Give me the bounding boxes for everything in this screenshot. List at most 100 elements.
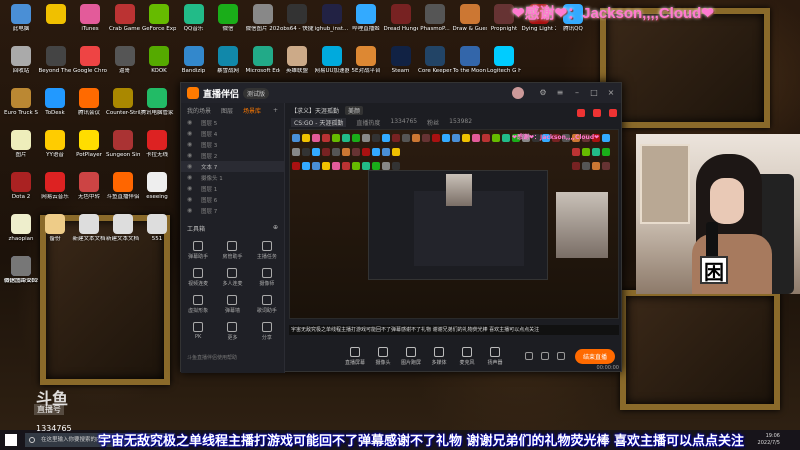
tool-cameraman[interactable]: 摄像师 [250, 268, 284, 287]
desktop-icon[interactable]: ToDesk [38, 88, 72, 117]
desktop-icon[interactable]: Logitech G HUB [487, 46, 521, 75]
desktop-icon[interactable]: Core Keeper... [418, 46, 452, 75]
tool-danmu-helper[interactable]: 弹幕助手 [181, 241, 215, 260]
eye-icon[interactable]: ◉ [187, 152, 192, 159]
desktop-icon[interactable]: QQ音乐 [177, 4, 211, 33]
desktop-icon[interactable]: 网易UU加速器 [315, 46, 349, 75]
desktop-icon[interactable]: Draw & Guess [453, 4, 487, 33]
desktop-icon[interactable]: 英雄联盟 [280, 46, 314, 75]
tool-multi-link[interactable]: 多人连麦 [215, 268, 249, 287]
eye-icon[interactable]: ◉ [187, 207, 192, 214]
notification-icon[interactable] [593, 109, 601, 117]
eye-icon[interactable]: ◉ [187, 119, 192, 126]
desktop-icon[interactable]: Counter-Strike Global Off... [106, 88, 140, 117]
desktop-icon[interactable]: 微信 [211, 4, 245, 33]
image-button[interactable]: 图片跑屏 [397, 346, 425, 366]
tab-layers[interactable]: 图层 [221, 106, 233, 115]
desktop-icon[interactable]: Dread Hunger [384, 4, 418, 33]
eye-icon[interactable]: ◉ [187, 163, 192, 170]
tool-streamer-tasks[interactable]: 主播任务 [250, 241, 284, 260]
desktop-icon[interactable]: ighub_inst... [315, 4, 349, 33]
screen-capture-button[interactable]: 直播屏幕 [341, 346, 369, 366]
app-version-badge[interactable]: 测试版 [243, 87, 270, 99]
layer-item[interactable]: ◉ 图层 4 [181, 128, 284, 139]
maximize-icon[interactable]: □ [590, 89, 598, 97]
layer-item[interactable]: ◉ 摄像头 1 [181, 172, 284, 183]
desktop-icon[interactable]: 图片 [4, 130, 38, 159]
windows-start-icon[interactable] [5, 434, 17, 446]
desktop-icon[interactable]: Euro Truck Simulator 2 [4, 88, 38, 117]
desktop-icon[interactable] [39, 4, 73, 26]
desktop-icon[interactable]: Google Chrome [73, 46, 107, 75]
desktop-icon[interactable]: 551 [140, 214, 174, 243]
tool-danmu-wall[interactable]: 弹幕墙 [215, 295, 249, 314]
close-icon[interactable]: × [607, 89, 615, 97]
desktop-icon[interactable]: 斗鱼直播伴侣 [106, 172, 140, 201]
desktop-icon[interactable]: 哔哩直播姬 [349, 4, 383, 33]
tool-share[interactable]: 分享 [250, 322, 284, 341]
desktop-icon[interactable]: 5E对战平台 [349, 46, 383, 75]
layer-item[interactable]: ◉ 图层 3 [181, 139, 284, 150]
help-link[interactable]: 斗鱼直播伴侣使用帮助 [187, 354, 237, 361]
desktop-icon[interactable]: To the Moon [453, 46, 487, 75]
desktop-icon[interactable]: 腾讯会议 [72, 88, 106, 117]
room-title[interactable]: 【求义】天涯孤勤 [291, 106, 339, 115]
desktop-icon[interactable]: Sungeon Simulator 2 [106, 130, 140, 159]
desktop-icon[interactable]: YY语音 [38, 130, 72, 159]
media-button[interactable]: 多媒体 [425, 346, 453, 366]
layer-item[interactable]: ◉ 文本 7 [181, 161, 284, 172]
eye-icon[interactable]: ◉ [187, 196, 192, 203]
desktop-icon[interactable]: zhaopian [4, 214, 38, 243]
desktop-icon[interactable]: 卡拉无线 [140, 130, 174, 159]
settings-icon[interactable]: ⚙ [539, 89, 547, 97]
desktop-icon[interactable]: 此电脑 [4, 4, 38, 33]
desktop-icon[interactable]: Bandizip [177, 46, 211, 75]
desktop-icon[interactable]: Dota 2 [4, 172, 38, 201]
camera-button[interactable]: 摄像头 [369, 346, 397, 366]
desktop-icon[interactable]: 无色中转 [72, 172, 106, 201]
end-live-button[interactable]: 结束直播 [575, 348, 616, 364]
desktop-icon[interactable]: 腾讯电脑管家 [140, 88, 174, 117]
beauty-tag[interactable]: 美颜 [345, 106, 364, 115]
layer-item[interactable]: ◉ 图层 5 [181, 117, 284, 128]
desktop-icon[interactable]: Microsoft Edge [246, 46, 280, 75]
desktop-icon[interactable]: eseeing [140, 172, 174, 201]
desktop-icon[interactable]: 微信图片 2021111... [246, 4, 280, 33]
gift-icon[interactable] [577, 109, 585, 117]
tool-video-link[interactable]: 视频连麦 [181, 268, 215, 287]
desktop-icon[interactable]: 新建文本文档 (2) [106, 214, 140, 243]
tab-scene-library[interactable]: 场景库 [243, 106, 261, 115]
tool-pk[interactable]: PK [181, 322, 215, 341]
app-titlebar[interactable]: 直播伴侣 测试版 ⚙ ≡ – □ × [181, 83, 621, 103]
tool-lyrics[interactable]: 歌词助手 [250, 295, 284, 314]
layer-item[interactable]: ◉ 图层 7 [181, 205, 284, 216]
tool-more[interactable]: 更多 [215, 322, 249, 341]
eye-icon[interactable]: ◉ [187, 174, 192, 181]
desktop-icon[interactable]: Steam [384, 46, 418, 75]
desktop-icon[interactable]: 回收站 [4, 46, 38, 75]
layer-item[interactable]: ◉ 图层 1 [181, 183, 284, 194]
eye-icon[interactable] [541, 352, 549, 360]
add-scene-icon[interactable]: + [273, 107, 278, 114]
layer-item[interactable]: ◉ 图层 6 [181, 194, 284, 205]
system-clock[interactable]: 19:06 2022/7/5 [758, 433, 780, 447]
microphone-button[interactable]: 麦克风 [453, 346, 481, 366]
desktop-icon[interactable]: PhasmoP... [418, 4, 452, 33]
desktop-icon[interactable]: 新建文本文档 [72, 214, 106, 243]
desktop-icon[interactable]: Beyond The Wire Sour... [39, 46, 73, 75]
eye-icon[interactable]: ◉ [187, 185, 192, 192]
stream-preview[interactable]: ❤感谢❤：Jackson,,,,Cloud❤ [289, 129, 619, 319]
toolbox-add-icon[interactable]: ⊕ [273, 224, 278, 233]
desktop-icon[interactable]: 备份 [38, 214, 72, 243]
desktop-icon[interactable]: iTunes [73, 4, 107, 33]
game-category[interactable]: CS:GO - 天涯孤勤 [291, 118, 347, 127]
eye-icon[interactable]: ◉ [187, 141, 192, 148]
desktop-icon[interactable]: 网易云音乐 [38, 172, 72, 201]
speaker-button[interactable]: 扬声器 [481, 346, 509, 366]
desktop-icon[interactable]: 微信图片 202201... [4, 256, 38, 285]
gear-icon[interactable] [557, 352, 565, 360]
desktop-icon[interactable]: 暴雪战网 [211, 46, 245, 75]
desktop-icon[interactable]: Crab Game [108, 4, 142, 33]
tool-virtual-avatar[interactable]: 虚拟形象 [181, 295, 215, 314]
desktop-icon[interactable]: obs64 - 快捷方式 [280, 4, 314, 33]
